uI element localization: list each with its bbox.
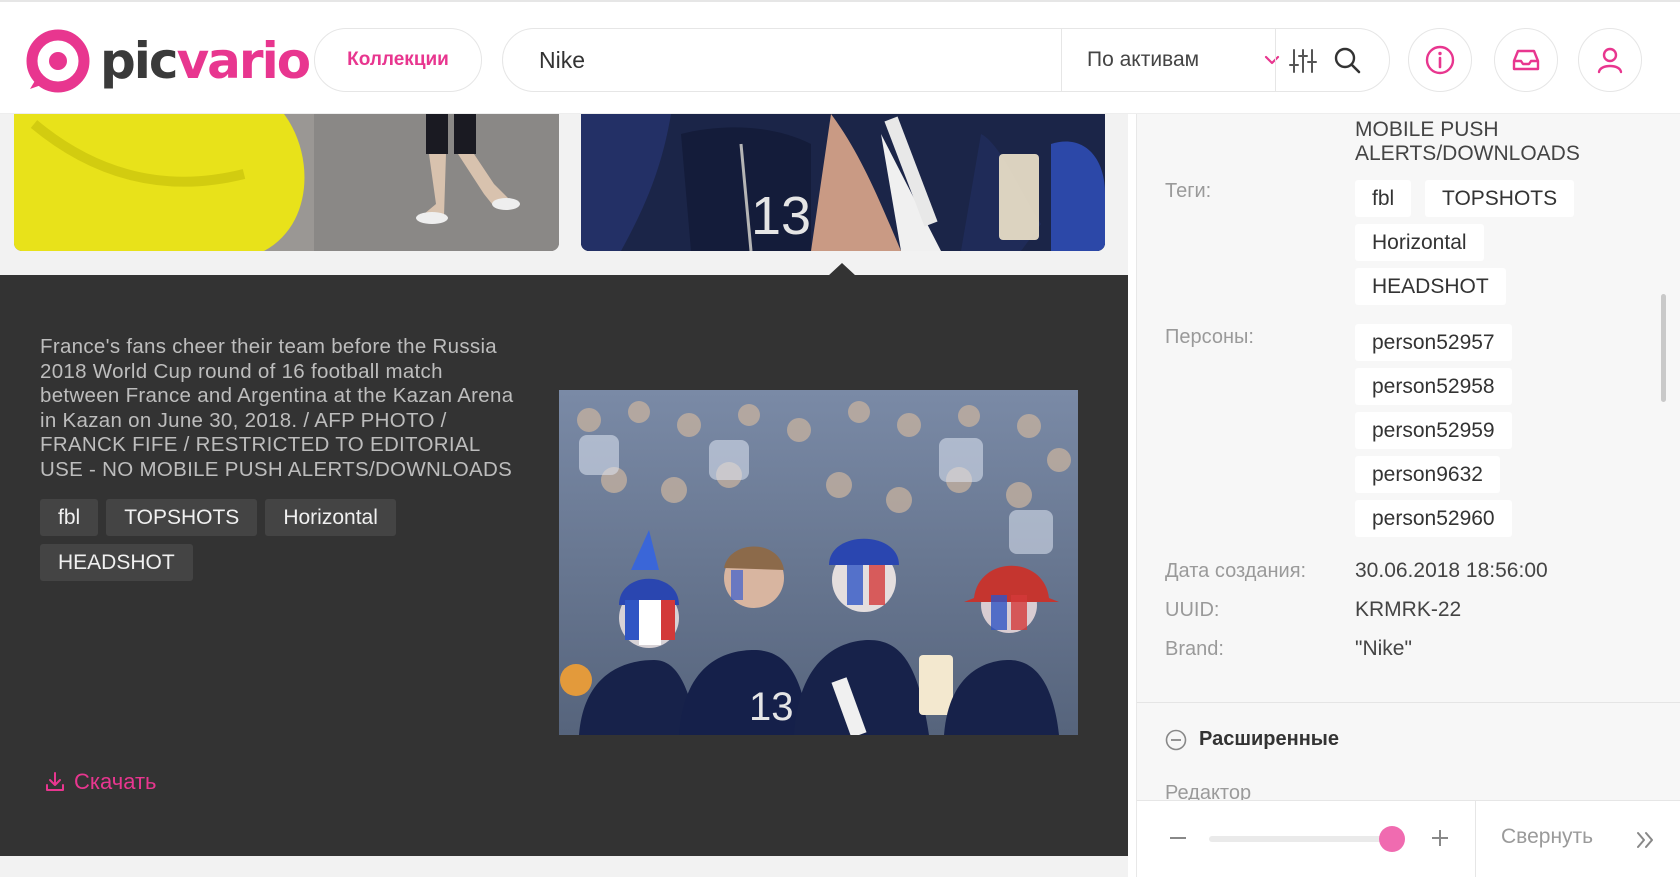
search-scope-label: По активам [1087,48,1200,71]
asset-tag[interactable]: HEADSHOT [40,544,193,581]
collapse-button[interactable]: Свернуть [1501,825,1593,849]
thumbnail-photo: 13 [581,114,1105,251]
persons-label: Персоны: [1165,326,1254,348]
logo-mark-icon [26,29,90,93]
result-thumbnail-selected[interactable]: 13 [581,114,1105,251]
advanced-label: Расширенные [1199,728,1339,750]
person-tag[interactable]: person9632 [1355,456,1500,493]
collections-button[interactable]: Коллекции [314,28,482,92]
logo-text: picvario [100,29,311,93]
description-tail: MOBILE PUSH ALERTS/DOWNLOADS [1355,118,1580,165]
person-tag[interactable]: person52958 [1355,368,1512,405]
zoom-slider-track[interactable] [1209,836,1399,842]
inbox-button[interactable] [1494,28,1558,92]
zoom-in-icon[interactable] [1425,823,1455,853]
asset-detail-panel: France's fans cheer their team before th… [0,275,1128,856]
asset-tag[interactable]: TOPSHOTS [106,499,258,536]
asset-tags: fbl TOPSHOTS Horizontal HEADSHOT [40,499,520,581]
download-icon [46,772,64,791]
panel-scrollbar[interactable] [1661,294,1666,402]
result-thumbnail[interactable] [14,114,559,251]
advanced-section-toggle[interactable]: Расширенные [1165,728,1339,751]
created-label: Дата создания: [1165,560,1307,582]
section-divider [1137,702,1680,703]
zoom-slider-handle[interactable] [1379,826,1405,852]
asset-preview-image[interactable]: 13 [559,390,1078,735]
footer-divider [1475,801,1476,877]
search-bar: По активам [502,28,1390,92]
person-tag[interactable]: person52957 [1355,324,1512,361]
svg-text:13: 13 [751,186,811,246]
logo-text-vario: vario [176,32,311,90]
panel-tag[interactable]: HEADSHOT [1355,268,1506,305]
brand-value: "Nike" [1355,637,1412,660]
tags-label: Теги: [1165,180,1212,202]
results-grid: 13 France's fans cheer their team before… [0,114,1128,877]
download-label: Скачать [74,769,157,794]
collapse-circle-icon [1165,729,1187,750]
double-chevron-right-icon[interactable] [1633,827,1659,853]
search-input[interactable] [539,46,1019,74]
inbox-icon [1512,49,1540,71]
chevron-down-icon [1264,55,1280,65]
info-icon [1425,45,1455,75]
uuid-value: KRMRK-22 [1355,598,1462,621]
metadata-panel: MOBILE PUSH ALERTS/DOWNLOADS Теги: fbl T… [1136,114,1680,877]
uuid-label: UUID: [1165,599,1220,621]
panel-tag[interactable]: TOPSHOTS [1425,180,1575,217]
created-value: 30.06.2018 18:56:00 [1355,559,1548,582]
search-scope-select[interactable]: По активам [1061,29,1301,91]
panel-tag[interactable]: Horizontal [1355,224,1484,261]
logo-text-pic: pic [100,32,179,90]
search-divider-2 [1275,29,1276,91]
zoom-out-icon[interactable] [1163,823,1193,853]
asset-tag[interactable]: Horizontal [265,499,396,536]
thumbnail-photo [14,114,559,251]
asset-photo: 13 [559,390,1078,735]
zoom-toolbar: Свернуть [1136,800,1680,877]
top-header: picvario Коллекции По активам [0,0,1680,114]
brand-label: Brand: [1165,638,1224,660]
asset-tag[interactable]: fbl [40,499,99,536]
picvario-logo[interactable]: picvario [26,28,311,94]
info-button[interactable] [1408,28,1472,92]
user-icon [1597,47,1623,74]
download-link[interactable]: Скачать [44,769,157,795]
person-tag[interactable]: person52960 [1355,500,1512,537]
svg-text:13: 13 [749,685,794,729]
panel-tag[interactable]: fbl [1355,180,1412,217]
user-button[interactable] [1578,28,1642,92]
search-icon[interactable] [1333,46,1361,74]
filter-icon[interactable] [1289,47,1317,75]
asset-caption: France's fans cheer their team before th… [40,335,514,481]
person-tag[interactable]: person52959 [1355,412,1512,449]
